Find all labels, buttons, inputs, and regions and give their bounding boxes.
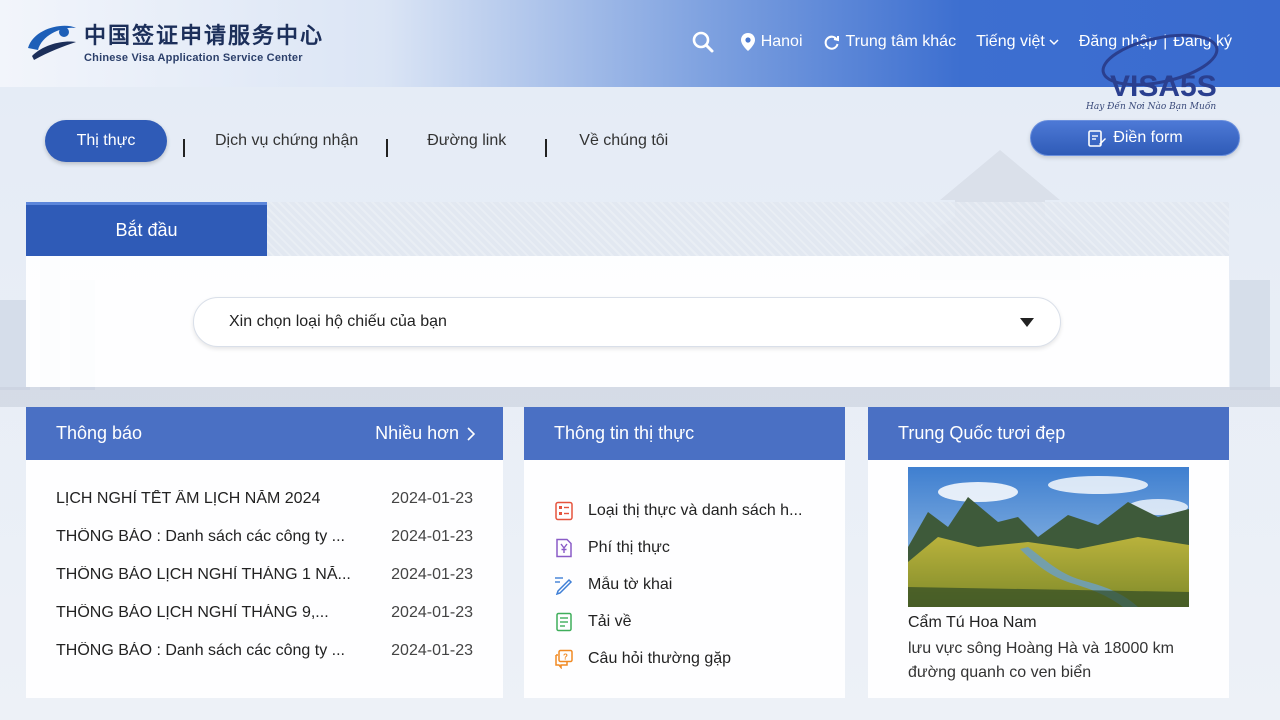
form-edit-icon [1088, 130, 1107, 147]
tab-certification-services[interactable]: Dịch vụ chứng nhận [215, 132, 358, 150]
more-link-label: Nhiều hơn [375, 423, 459, 443]
visa-info-item-label: Tải về [588, 612, 632, 630]
beautiful-china-card: Trung Quốc tươi đẹp Cẩm Tú Hoa Nam lưu v… [868, 407, 1229, 698]
caret-down-icon [1020, 318, 1034, 327]
main-nav: Thị thực Dịch vụ chứng nhận Đường link V… [45, 120, 668, 162]
notice-list: LỊCH NGHỈ TẾT ÂM LỊCH NĂM 2024 2024-01-2… [26, 460, 503, 680]
logo-chinese-text: 中国签证申请服务中心 [84, 23, 325, 49]
svg-text:?: ? [563, 652, 568, 661]
notice-item-title: THÔNG BÁO LỊCH NGHỈ THÁNG 1 NĂ... [56, 566, 351, 583]
other-center-label: Trung tâm khác [845, 33, 957, 50]
visa-info-card-header: Thông tin thị thực [524, 407, 845, 460]
start-panel-header: Bắt đầu [26, 202, 1229, 256]
tab-links[interactable]: Đường link [427, 132, 506, 150]
search-button[interactable] [691, 30, 721, 54]
language-label: Tiếng việt [976, 33, 1045, 50]
language-selector[interactable]: Tiếng việt [976, 33, 1059, 51]
passport-type-select[interactable]: Xin chọn loại hộ chiếu của bạn [193, 297, 1061, 347]
notice-item-date: 2024-01-23 [391, 566, 473, 583]
visa-info-item-faq[interactable]: ? Câu hỏi thường gặp [524, 640, 845, 677]
location-pin-icon [740, 33, 755, 51]
beautiful-china-card-header: Trung Quốc tươi đẹp [868, 407, 1229, 460]
start-tab[interactable]: Bắt đầu [26, 202, 267, 256]
nav-divider [386, 139, 389, 157]
visa-info-item-visa-types[interactable]: Loại thị thực và danh sách h... [524, 492, 845, 529]
top-header: 中国签证申请服务中心 Chinese Visa Application Serv… [0, 0, 1280, 87]
visa-info-item-fees[interactable]: Phí thị thực [524, 529, 845, 566]
visa-info-card-title: Thông tin thị thực [554, 423, 695, 443]
logo-english-text: Chinese Visa Application Service Center [84, 52, 303, 64]
visa-info-item-downloads[interactable]: Tải về [524, 603, 845, 640]
notice-item-date: 2024-01-23 [391, 642, 473, 659]
landscape-title[interactable]: Cẩm Tú Hoa Nam [908, 614, 1037, 632]
visa-info-item-label: Mẫu tờ khai [588, 575, 673, 593]
chevron-down-icon [1049, 39, 1059, 46]
logo-emblem-icon [28, 25, 76, 60]
visa-info-item-label: Câu hỏi thường gặp [588, 649, 732, 667]
tab-visa[interactable]: Thị thực [45, 120, 167, 162]
visa-info-item-label: Loại thị thực và danh sách h... [588, 501, 803, 519]
pen-icon [555, 576, 573, 595]
site-logo[interactable]: 中国签证申请服务中心 Chinese Visa Application Serv… [24, 18, 324, 64]
refresh-icon [824, 35, 839, 50]
tab-about-us[interactable]: Về chúng tôi [579, 132, 668, 150]
list-icon [555, 501, 573, 520]
location-selector[interactable]: Hanoi [740, 33, 803, 51]
location-label: Hanoi [760, 33, 803, 50]
search-icon [692, 31, 714, 53]
notice-item-date: 2024-01-23 [391, 604, 473, 621]
notice-item-title: THÔNG BÁO : Danh sách các công ty ... [56, 642, 345, 659]
start-panel-body: Xin chọn loại hộ chiếu của bạn [26, 256, 1229, 387]
start-panel: Bắt đầu Xin chọn loại hộ chiếu của bạn [26, 202, 1229, 387]
visa-info-item-forms[interactable]: Mẫu tờ khai [524, 566, 845, 603]
notice-item-title: LỊCH NGHỈ TẾT ÂM LỊCH NĂM 2024 [56, 490, 321, 507]
yen-doc-icon [556, 538, 572, 557]
nav-divider [545, 139, 548, 157]
landscape-image[interactable] [908, 467, 1189, 607]
beautiful-china-card-title: Trung Quốc tươi đẹp [898, 423, 1066, 443]
notice-item[interactable]: THÔNG BÁO : Danh sách các công ty ... 20… [26, 642, 503, 680]
watermark-tagline: Hay Đến Nơi Nào Bạn Muốn [1086, 102, 1217, 112]
notice-card-header: Thông báo Nhiều hơn [26, 407, 503, 460]
fill-form-label: Điền form [1113, 129, 1183, 146]
notice-item-date: 2024-01-23 [391, 528, 473, 545]
notice-item[interactable]: THÔNG BÁO LỊCH NGHỈ THÁNG 1 NĂ... 2024-0… [26, 566, 503, 604]
notice-item[interactable]: THÔNG BÁO : Danh sách các công ty ... 20… [26, 528, 503, 566]
notice-item-title: THÔNG BÁO LỊCH NGHỈ THÁNG 9,... [56, 604, 329, 621]
chevron-right-icon [467, 426, 475, 441]
notice-item[interactable]: LỊCH NGHỈ TẾT ÂM LỊCH NĂM 2024 2024-01-2… [26, 490, 503, 528]
visa-info-card: Thông tin thị thực Loại thị thực và danh… [524, 407, 845, 698]
visa-info-item-label: Phí thị thực [588, 538, 670, 556]
more-link[interactable]: Nhiều hơn [375, 423, 475, 444]
watermark-text: VISA5S [1110, 70, 1217, 103]
landscape-description: lưu vực sông Hoàng Hà và 18000 km đường … [908, 640, 1175, 681]
passport-type-placeholder: Xin chọn loại hộ chiếu của bạn [229, 313, 447, 330]
notice-card-title: Thông báo [56, 423, 143, 443]
download-doc-icon [556, 612, 572, 631]
visa-info-list: Loại thị thực và danh sách h... Phí thị … [524, 460, 845, 677]
notice-item-title: THÔNG BÁO : Danh sách các công ty ... [56, 528, 345, 545]
nav-divider [183, 139, 185, 157]
fill-form-button[interactable]: Điền form [1030, 120, 1240, 156]
other-center-link[interactable]: Trung tâm khác [823, 33, 957, 51]
notice-item-date: 2024-01-23 [391, 490, 473, 507]
faq-icon: ? [555, 649, 573, 669]
notice-item[interactable]: THÔNG BÁO LỊCH NGHỈ THÁNG 9,... 2024-01-… [26, 604, 503, 642]
notice-card: Thông báo Nhiều hơn LỊCH NGHỈ TẾT ÂM LỊC… [26, 407, 503, 698]
